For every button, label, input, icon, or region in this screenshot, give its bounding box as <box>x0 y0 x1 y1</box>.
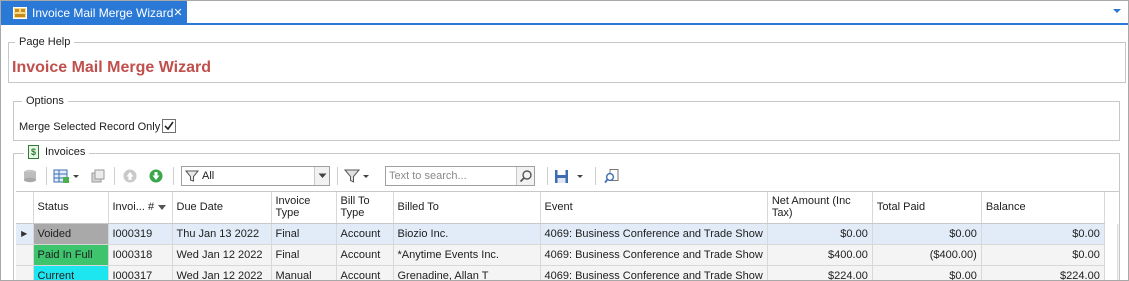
tab-invoice-mail-merge[interactable]: Invoice Mail Merge Wizard ✕ <box>1 1 187 24</box>
page-help-group: Page Help Invoice Mail Merge Wizard <box>8 36 1126 83</box>
dollar-document-icon: $ <box>28 145 39 159</box>
row-indicator <box>16 265 34 280</box>
page-help-legend: Page Help <box>15 36 75 48</box>
table-row[interactable]: Current I000317 Wed Jan 12 2022 Manual A… <box>16 265 1105 280</box>
column-header-status[interactable]: Status <box>33 192 109 224</box>
invoice-number-cell[interactable]: I000319 <box>108 223 173 245</box>
column-header-total-paid[interactable]: Total Paid <box>872 192 982 224</box>
billed-to-cell[interactable]: *Anytime Events Inc. <box>393 244 541 266</box>
status-cell[interactable]: Paid In Full <box>33 244 109 266</box>
column-header-event[interactable]: Event <box>540 192 768 224</box>
net-amount-cell[interactable]: $400.00 <box>767 244 873 266</box>
search-box <box>385 166 535 186</box>
invoice-type-cell[interactable]: Final <box>271 223 337 245</box>
row-indicator <box>16 244 34 266</box>
tab-title: Invoice Mail Merge Wizard <box>32 5 174 20</box>
event-cell[interactable]: 4069: Business Conference and Trade Show <box>540 265 768 280</box>
balance-cell[interactable]: $224.00 <box>981 265 1105 280</box>
table-row[interactable]: Paid In Full I000318 Wed Jan 12 2022 Fin… <box>16 244 1105 266</box>
chevron-down-icon[interactable] <box>1112 6 1122 16</box>
billed-to-cell[interactable]: Biozio Inc. <box>393 223 541 245</box>
funnel-icon <box>182 169 199 183</box>
net-amount-cell[interactable]: $224.00 <box>767 265 873 280</box>
filter-menu-icon[interactable] <box>343 167 371 185</box>
net-amount-cell[interactable]: $0.00 <box>767 223 873 245</box>
invoice-type-cell[interactable]: Final <box>271 244 337 266</box>
total-paid-cell[interactable]: $0.00 <box>872 223 982 245</box>
event-cell[interactable]: 4069: Business Conference and Trade Show <box>540 223 768 245</box>
balance-cell[interactable]: $0.00 <box>981 244 1105 266</box>
column-header-invoice-number-label: Invoi... # <box>112 201 155 214</box>
options-legend: Options <box>22 95 68 107</box>
bill-to-type-cell[interactable]: Account <box>336 244 394 266</box>
invoice-number-cell[interactable]: I000317 <box>108 265 173 280</box>
invoices-legend-label: Invoices <box>45 146 86 158</box>
row-indicator-icon: ▶ <box>16 223 34 245</box>
page-title: Invoice Mail Merge Wizard <box>12 59 212 76</box>
total-paid-cell[interactable]: $0.00 <box>872 265 982 280</box>
balance-cell[interactable]: $0.00 <box>981 223 1105 245</box>
search-input[interactable] <box>386 168 516 184</box>
column-header-invoice-number[interactable]: Invoi... # <box>108 192 173 224</box>
sort-descending-icon <box>158 204 167 210</box>
merge-selected-checkbox[interactable] <box>162 119 176 133</box>
columns-menu-icon[interactable] <box>53 167 81 185</box>
invoice-type-cell[interactable]: Manual <box>271 265 337 280</box>
tab-strip: Invoice Mail Merge Wizard ✕ <box>1 1 1128 25</box>
invoices-grid: Status Invoi... # Due Date Invoice Type … <box>16 191 1119 280</box>
window: Invoice Mail Merge Wizard ✕ Page Help In… <box>0 0 1129 281</box>
invoices-toolbar: All <box>13 164 1113 190</box>
due-date-cell[interactable]: Thu Jan 13 2022 <box>172 223 272 245</box>
move-up-icon[interactable] <box>121 167 139 185</box>
grid-header-row: Status Invoi... # Due Date Invoice Type … <box>16 192 1105 224</box>
merge-selected-label: Merge Selected Record Only <box>19 121 161 133</box>
total-paid-cell[interactable]: ($400.00) <box>872 244 982 266</box>
vertical-scrollbar[interactable] <box>1117 224 1119 280</box>
find-document-icon[interactable] <box>603 167 621 185</box>
bill-to-type-cell[interactable]: Account <box>336 265 394 280</box>
bill-to-type-cell[interactable]: Account <box>336 223 394 245</box>
toolbar-separator <box>595 167 596 185</box>
invoice-number-cell[interactable]: I000318 <box>108 244 173 266</box>
row-indicator-header <box>16 192 34 224</box>
close-icon[interactable]: ✕ <box>173 6 182 19</box>
toolbar-separator <box>337 167 338 185</box>
column-header-balance[interactable]: Balance <box>981 192 1105 224</box>
chevron-down-icon[interactable] <box>314 167 329 185</box>
database-icon[interactable] <box>21 167 39 185</box>
due-date-cell[interactable]: Wed Jan 12 2022 <box>172 244 272 266</box>
toolbar-separator <box>547 167 548 185</box>
move-down-icon[interactable] <box>147 167 165 185</box>
toolbar-separator <box>46 167 47 185</box>
due-date-cell[interactable]: Wed Jan 12 2022 <box>172 265 272 280</box>
copy-icon[interactable] <box>89 167 107 185</box>
filter-select[interactable]: All <box>181 166 330 186</box>
billed-to-cell[interactable]: Grenadine, Allan T <box>393 265 541 280</box>
table-row[interactable]: ▶ Voided I000319 Thu Jan 13 2022 Final A… <box>16 223 1105 245</box>
column-header-due-date[interactable]: Due Date <box>172 192 272 224</box>
form-icon <box>13 6 27 19</box>
save-menu-icon[interactable] <box>553 167 587 185</box>
status-cell[interactable]: Current <box>33 265 109 280</box>
options-group: Options Merge Selected Record Only <box>13 95 1120 141</box>
event-cell[interactable]: 4069: Business Conference and Trade Show <box>540 244 768 266</box>
filter-value: All <box>202 170 215 182</box>
column-header-billed-to[interactable]: Billed To <box>393 192 541 224</box>
toolbar-separator <box>114 167 115 185</box>
invoices-legend: $ Invoices <box>24 145 90 159</box>
column-header-net-amount[interactable]: Net Amount (Inc Tax) <box>767 192 873 224</box>
checkmark-icon <box>164 121 174 131</box>
column-header-bill-to-type[interactable]: Bill To Type <box>336 192 394 224</box>
status-cell[interactable]: Voided <box>33 223 109 245</box>
toolbar-separator <box>173 167 174 185</box>
column-header-invoice-type[interactable]: Invoice Type <box>271 192 337 224</box>
search-icon[interactable] <box>516 167 534 185</box>
